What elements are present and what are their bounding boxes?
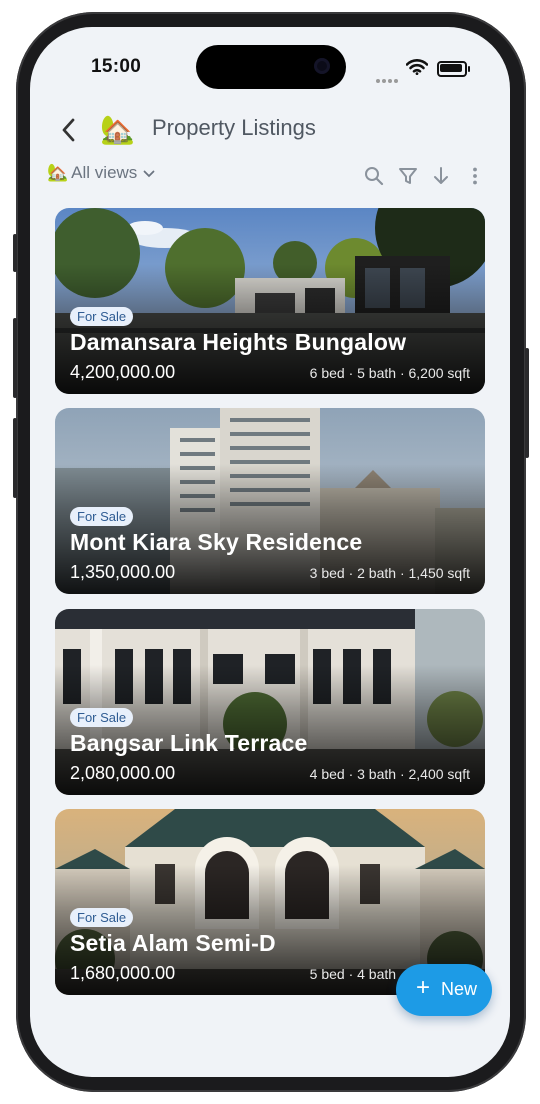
status-badge: For Sale xyxy=(70,507,134,526)
screen: 15:00 🏡 Property Listings 🏡 All views Fo… xyxy=(30,27,510,1077)
listing-card[interactable]: For Sale Mont Kiara Sky Residence 1,350,… xyxy=(55,408,485,594)
sort-down-icon[interactable] xyxy=(430,165,452,187)
listing-price: 4,200,000.00 xyxy=(70,362,176,382)
battery-icon xyxy=(437,61,470,77)
back-chevron-icon[interactable] xyxy=(58,117,80,143)
cellular-signal-icon xyxy=(376,70,400,88)
view-emoji-icon: 🏡 xyxy=(47,163,69,182)
page-title: Property Listings xyxy=(152,115,316,140)
power-button xyxy=(525,348,529,458)
status-badge: For Sale xyxy=(70,708,134,727)
volume-down-button xyxy=(13,418,17,498)
volume-up-button xyxy=(13,318,17,398)
listing-price: 1,350,000.00 xyxy=(70,562,176,582)
dynamic-island xyxy=(196,45,346,89)
listing-price: 2,080,000.00 xyxy=(70,763,176,783)
search-icon[interactable] xyxy=(363,165,385,187)
camera-icon xyxy=(314,58,330,74)
filter-icon[interactable] xyxy=(397,165,419,187)
status-badge: For Sale xyxy=(70,307,134,326)
app-header: 🏡 Property Listings xyxy=(30,107,510,159)
chevron-down-icon xyxy=(143,170,155,178)
views-label: All views xyxy=(71,163,138,182)
house-emoji-icon: 🏡 xyxy=(100,114,135,145)
status-badge: For Sale xyxy=(70,908,134,927)
listing-card[interactable]: For Sale Bangsar Link Terrace 2,080,000.… xyxy=(55,609,485,795)
listing-price: 1,680,000.00 xyxy=(70,963,176,983)
new-button-label: New xyxy=(441,979,478,999)
views-dropdown[interactable]: 🏡 All views xyxy=(47,163,155,183)
listing-specs: 3 bed · 2 bath · 1,450 sqft xyxy=(309,565,470,581)
status-bar: 15:00 xyxy=(30,27,510,107)
listing-title: Mont Kiara Sky Residence xyxy=(70,529,363,555)
listing-title: Setia Alam Semi-D xyxy=(70,930,276,956)
wifi-icon xyxy=(406,59,428,75)
toolbar: 🏡 All views xyxy=(30,161,510,191)
listing-card[interactable]: For Sale Damansara Heights Bungalow 4,20… xyxy=(55,208,485,394)
status-time: 15:00 xyxy=(91,56,142,77)
listing-title: Damansara Heights Bungalow xyxy=(70,329,407,355)
listing-specs: 4 bed · 3 bath · 2,400 sqft xyxy=(309,766,470,782)
action-button xyxy=(13,234,17,272)
more-vertical-icon[interactable] xyxy=(464,165,486,187)
listing-title: Bangsar Link Terrace xyxy=(70,730,308,756)
listing-specs: 6 bed · 5 bath · 6,200 sqft xyxy=(309,365,470,381)
new-listing-button[interactable]: + New xyxy=(396,964,492,1016)
plus-icon: + xyxy=(416,974,431,1001)
